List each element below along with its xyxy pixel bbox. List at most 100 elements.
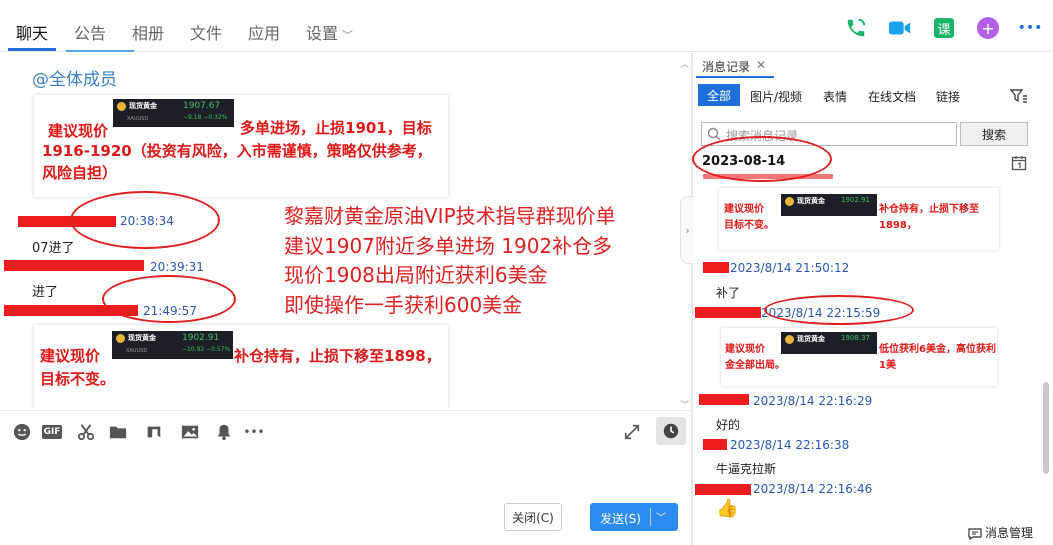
close-icon[interactable]: ✕ <box>756 58 766 72</box>
history-message-time: 2023/8/14 22:16:29 <box>753 394 873 408</box>
card-text-line1-right: 多单进场，止损1901，目标 <box>240 119 432 137</box>
tab-announcement[interactable]: 公告 <box>74 20 106 44</box>
filter-icon[interactable] <box>1009 88 1028 108</box>
redacted-sender-name <box>695 484 751 495</box>
video-call-icon[interactable] <box>888 16 912 40</box>
history-message-text: 补了 <box>716 286 741 300</box>
redacted-sender-name <box>703 262 729 273</box>
overlay-line: 即使操作一手获利600美金 <box>284 292 523 317</box>
folder-icon[interactable] <box>108 422 128 442</box>
red-annotation-circle <box>102 275 236 323</box>
redacted-sender-name <box>695 307 761 318</box>
gold-coin-icon <box>117 101 126 111</box>
tab-album[interactable]: 相册 <box>132 20 164 44</box>
gold-coin-icon <box>785 196 794 206</box>
history-strategy-card-1[interactable]: 现货黄金 1902.91 建议现价 补仓持有，止损下移至1898， 目标不变。 <box>719 188 999 250</box>
calendar-icon[interactable] <box>1011 155 1027 175</box>
more-icon[interactable]: ••• <box>243 422 264 442</box>
card-text-line2: 1916-1920（投资有风险，入市需谨慎，策略仅供参考， <box>42 142 432 160</box>
message-time: 20:39:31 <box>150 260 204 274</box>
send-button-label: 发送(S) <box>600 512 641 526</box>
history-message-time: 2023/8/14 22:16:46 <box>753 482 873 496</box>
gold-coin-icon <box>785 334 794 344</box>
more-icon[interactable]: ••• <box>1018 16 1043 40</box>
add-app-icon[interactable]: + <box>976 16 1000 40</box>
bell-icon[interactable] <box>214 422 234 442</box>
course-icon[interactable]: 课 <box>932 16 956 40</box>
ticker-widget: 现货黄金 XAUUSD 1907.67 −9.18 −0.32% <box>113 99 234 127</box>
chevron-down-icon: ﹀ <box>342 29 354 42</box>
gif-icon[interactable]: GIF <box>41 422 63 442</box>
active-tab-indicator <box>8 48 56 51</box>
ticker-widget: 现货黄金 1908.37 <box>781 332 877 354</box>
overlay-line: 现价1908出局附近获利6美金 <box>284 263 548 287</box>
send-button[interactable]: 发送(S) ﹀ <box>590 503 678 531</box>
redacted-sender-name <box>4 260 144 271</box>
history-clock-icon[interactable] <box>656 417 686 445</box>
send-button-divider <box>650 508 651 526</box>
card-text-line1-left: 建议现价 <box>40 347 101 365</box>
redacted-sender-name <box>703 174 833 179</box>
card-text-line1-left: 建议现价 <box>724 204 764 215</box>
history-message-time: 2023/8/14 22:16:38 <box>730 438 850 452</box>
message-text: 07进了 <box>32 241 75 256</box>
ticker-widget: 现货黄金 1902.91 <box>781 194 877 216</box>
history-tab-indicator <box>696 76 774 78</box>
phone-icon[interactable] <box>844 16 868 40</box>
message-manage-label: 消息管理 <box>985 526 1034 540</box>
filter-media[interactable]: 图片/视频 <box>750 88 802 105</box>
filter-emoji[interactable]: 表情 <box>823 88 847 105</box>
search-button[interactable]: 搜索 <box>960 122 1028 146</box>
overlay-line: 建议1907附近多单进场 1902补仓多 <box>284 233 613 258</box>
message-manage-button[interactable]: 消息管理 <box>968 524 1033 541</box>
mention-all[interactable]: @全体成员 <box>32 65 117 90</box>
collapse-panel-handle[interactable]: › <box>680 196 694 264</box>
tab-apps[interactable]: 应用 <box>248 20 280 44</box>
history-scrollbar[interactable] <box>1043 382 1049 474</box>
tab-settings[interactable]: 设置 ﹀ <box>306 20 353 44</box>
filter-links[interactable]: 链接 <box>936 88 960 105</box>
history-message-list[interactable]: 现货黄金 1902.91 建议现价 补仓持有，止损下移至1898， 目标不变。 … <box>693 174 1041 514</box>
search-icon <box>707 127 721 141</box>
overlay-line: 黎嘉财黄金原油VIP技术指导群现价单 <box>284 204 616 228</box>
red-annotation-circle <box>764 295 914 325</box>
expand-icon[interactable] <box>622 422 642 442</box>
chevron-down-icon[interactable]: ﹀ <box>656 509 666 524</box>
history-strategy-card-2[interactable]: 现货黄金 1908.37 建议现价 低位获利6美金，高位获利1美 金全部出局。 <box>721 328 997 386</box>
chat-bubble-icon <box>968 527 982 540</box>
card-text-line3: 风险自担） <box>42 164 118 182</box>
redacted-sender-name <box>699 394 749 405</box>
history-panel-title[interactable]: 消息记录 <box>702 58 750 75</box>
tab-chat[interactable]: 聊天 <box>16 20 48 44</box>
thumbs-up-icon: 👍 <box>716 498 739 519</box>
emoji-icon[interactable] <box>12 422 32 442</box>
scroll-up-arrow[interactable]: ︿ <box>680 57 689 70</box>
card-text-line1-right: 低位获利6美金，高位获利1美 <box>879 344 996 371</box>
input-toolbar: GIF ••• <box>0 410 690 452</box>
card-text-line2: 金全部出局。 <box>725 360 785 371</box>
strategy-card-1[interactable]: 现货黄金 XAUUSD 1907.67 −9.18 −0.32% 建议现价 多单… <box>34 95 448 197</box>
history-message-time: 2023/8/14 21:50:12 <box>730 261 850 275</box>
close-button[interactable]: 关闭(C) <box>504 503 562 531</box>
strategy-card-2[interactable]: 现货黄金 XAUUSD 1902.91 −10.92 −0.57% 建议现价 补… <box>34 325 448 408</box>
tab-files[interactable]: 文件 <box>190 20 222 44</box>
scissors-icon[interactable] <box>76 422 96 442</box>
filter-all[interactable]: 全部 <box>698 84 740 106</box>
history-message-text: 牛逼克拉斯 <box>716 462 777 476</box>
history-message-text: 好的 <box>716 418 741 432</box>
chat-message-area[interactable]: @全体成员 现货黄金 XAUUSD 1907.67 −9.18 −0.32% 建… <box>0 53 690 408</box>
card-text-line2: 目标不变。 <box>40 370 116 388</box>
filter-docs[interactable]: 在线文档 <box>868 88 916 105</box>
hover-tab-indicator <box>66 50 134 52</box>
ticker-widget: 现货黄金 XAUUSD 1902.91 −10.92 −0.57% <box>112 331 233 359</box>
card-text-line1-right: 补仓持有，止损下移至1898， <box>234 347 441 365</box>
annotation-overlay-text: 黎嘉财黄金原油VIP技术指导群现价单 建议1907附近多单进场 1902补仓多 … <box>284 202 616 320</box>
gold-coin-icon <box>116 333 125 343</box>
image-icon[interactable] <box>180 422 200 442</box>
music-icon[interactable] <box>144 422 164 442</box>
tab-settings-label: 设置 <box>306 24 339 43</box>
message-text: 进了 <box>32 285 59 300</box>
top-tab-bar: 聊天 公告 相册 文件 应用 设置 ﹀ 课 + ••• <box>0 0 1053 52</box>
card-text-line1-right: 补仓持有，止损下移至1898， <box>879 204 979 231</box>
card-text-line2: 目标不变。 <box>724 220 774 231</box>
